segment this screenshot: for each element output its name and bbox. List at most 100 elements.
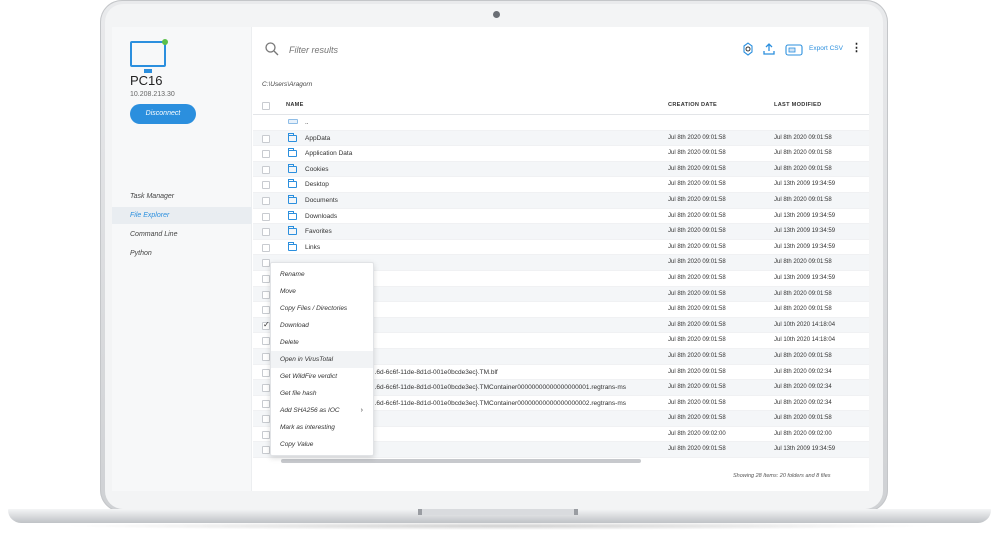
row-checkbox[interactable] [262, 259, 270, 268]
menu-item-move[interactable]: Move [271, 283, 373, 300]
folder-icon [288, 163, 297, 173]
row-checkbox[interactable] [262, 274, 270, 283]
menu-item-virustotal[interactable]: Open in VirusTotal [271, 351, 373, 368]
table-row[interactable]: Downloads Jul 8th 2020 09:01:58 Jul 13th 2… [253, 209, 869, 225]
creation-date: Jul 8th 2020 09:01:58 [668, 134, 726, 141]
nav-task-manager[interactable]: Task Manager [112, 188, 252, 205]
menu-item-label: Download [280, 322, 309, 329]
table-row[interactable]: Desktop Jul 8th 2020 09:01:58 Jul 13th 200… [253, 177, 869, 193]
menu-item-delete[interactable]: Delete [271, 334, 373, 351]
row-checkbox[interactable] [262, 290, 270, 299]
row-checkbox[interactable] [262, 415, 270, 424]
last-modified: Jul 8th 2020 09:01:58 [774, 306, 832, 313]
folder-icon [288, 179, 297, 189]
export-csv-icon[interactable] [784, 42, 804, 56]
file-name: ...6d-6c6f-11de-8d1d-001e0bcde3ec}.TMCon… [371, 399, 627, 407]
row-checkbox[interactable] [262, 134, 270, 143]
menu-item-add-ioc[interactable]: Add SHA256 as IOC › [271, 402, 373, 419]
file-name: ...6d-6c6f-11de-8d1d-001e0bcde3ec}.TM.bl… [371, 368, 498, 376]
creation-date: Jul 8th 2020 09:01:58 [668, 259, 726, 266]
column-created-header[interactable]: CREATION DATE [668, 102, 717, 108]
last-modified: Jul 8th 2020 09:01:58 [774, 134, 832, 141]
row-checkbox[interactable] [262, 150, 270, 159]
nav-command-line[interactable]: Command Line [112, 226, 252, 243]
row-checkbox[interactable] [262, 306, 270, 315]
menu-item-copy[interactable]: Copy Files / Directories [271, 300, 373, 317]
table-row[interactable]: Cookies Jul 8th 2020 09:01:58 Jul 8th 2020… [253, 161, 869, 178]
upload-icon[interactable] [762, 42, 776, 56]
parent-folder-icon [288, 119, 298, 124]
creation-date: Jul 8th 2020 09:01:58 [668, 415, 726, 422]
row-checkbox[interactable] [262, 243, 270, 252]
menu-item-label: Copy Value [280, 441, 314, 448]
menu-item-label: Get file hash [280, 390, 317, 397]
row-checkbox[interactable] [262, 352, 270, 361]
creation-date: Jul 8th 2020 09:01:58 [668, 306, 726, 313]
row-checkbox[interactable] [262, 181, 270, 190]
folder-icon [288, 194, 297, 204]
table-row[interactable]: Application Data Jul 8th 2020 09:01:58 Jul… [253, 146, 869, 162]
row-checkbox[interactable] [262, 212, 270, 221]
row-checkbox[interactable] [262, 446, 270, 455]
search-icon [265, 42, 279, 56]
parent-folder-label: .. [305, 119, 309, 126]
file-name: Favorites [305, 228, 332, 236]
file-name: Downloads [305, 212, 338, 220]
row-checkbox[interactable] [262, 228, 270, 237]
menu-item-label: Add SHA256 as IOC [280, 407, 340, 414]
table-row-parent[interactable]: .. [253, 115, 869, 131]
last-modified: Jul 10th 2020 14:18:04 [774, 321, 836, 328]
creation-date: Jul 8th 2020 09:01:58 [668, 243, 726, 250]
menu-item-download[interactable]: Download [271, 317, 373, 334]
disconnect-button[interactable]: Disconnect [130, 104, 196, 124]
nav-python[interactable]: Python [112, 245, 252, 262]
row-checkbox[interactable] [262, 196, 270, 205]
table-row[interactable]: Documents Jul 8th 2020 09:01:58 Jul 8th 20… [253, 192, 869, 209]
sidebar: PC16 10.208.213.30 Disconnect Task Manag… [112, 27, 252, 491]
creation-date: Jul 8th 2020 09:01:58 [668, 181, 726, 188]
table-header: NAME CREATION DATE LAST MODIFIED [253, 97, 869, 115]
last-modified: Jul 8th 2020 09:01:58 [774, 165, 832, 172]
row-checkbox[interactable] [262, 337, 270, 346]
last-modified: Jul 8th 2020 09:02:00 [774, 430, 832, 437]
last-modified: Jul 8th 2020 09:02:34 [774, 399, 832, 406]
row-checkbox[interactable] [262, 165, 270, 174]
menu-item-rename[interactable]: Rename [271, 266, 373, 283]
menu-item-label: Move [280, 288, 296, 295]
column-name-header[interactable]: NAME [286, 102, 304, 108]
menu-item-mark-interesting[interactable]: Mark as interesting [271, 419, 373, 436]
select-all-checkbox[interactable] [262, 102, 270, 110]
menu-item-wildfire[interactable]: Get WildFire verdict [271, 368, 373, 385]
folder-icon [288, 241, 297, 251]
last-modified: Jul 13th 2009 19:34:59 [774, 228, 836, 235]
creation-date: Jul 8th 2020 09:02:00 [668, 430, 726, 437]
nav-file-explorer[interactable]: File Explorer [112, 207, 252, 224]
column-modified-header[interactable]: LAST MODIFIED [774, 102, 821, 108]
folder-icon [288, 226, 297, 236]
menu-item-copy-value[interactable]: Copy Value [271, 436, 373, 453]
file-name: Desktop [305, 181, 329, 189]
menu-item-label: Copy Files / Directories [280, 305, 348, 312]
row-checkbox[interactable] [262, 430, 270, 439]
filter-results-input[interactable] [289, 43, 489, 57]
more-options-icon[interactable]: ⋮ [851, 42, 862, 54]
table-row[interactable]: Links Jul 8th 2020 09:01:58 Jul 13th 2009 … [253, 240, 869, 256]
row-checkbox[interactable] [262, 384, 270, 393]
export-csv-button[interactable]: Export CSV [809, 45, 843, 52]
menu-item-label: Mark as interesting [280, 424, 335, 431]
last-modified: Jul 13th 2009 19:34:59 [774, 212, 836, 219]
row-checkbox[interactable] [262, 320, 270, 330]
creation-date: Jul 8th 2020 09:01:58 [668, 384, 726, 391]
table-row[interactable]: Favorites Jul 8th 2020 09:01:58 Jul 13th 2… [253, 224, 869, 240]
menu-item-file-hash[interactable]: Get file hash [271, 385, 373, 402]
row-checkbox[interactable] [262, 368, 270, 377]
table-row[interactable]: AppData Jul 8th 2020 09:01:58 Jul 8th 2020… [253, 130, 869, 147]
creation-date: Jul 8th 2020 09:01:58 [668, 352, 726, 359]
horizontal-scrollbar[interactable] [281, 459, 641, 463]
file-name: AppData [305, 134, 331, 142]
creation-date: Jul 8th 2020 09:01:58 [668, 446, 726, 453]
creation-date: Jul 8th 2020 09:01:58 [668, 228, 726, 235]
row-checkbox[interactable] [262, 399, 270, 408]
refresh-icon[interactable] [741, 42, 755, 56]
creation-date: Jul 8th 2020 09:01:58 [668, 212, 726, 219]
